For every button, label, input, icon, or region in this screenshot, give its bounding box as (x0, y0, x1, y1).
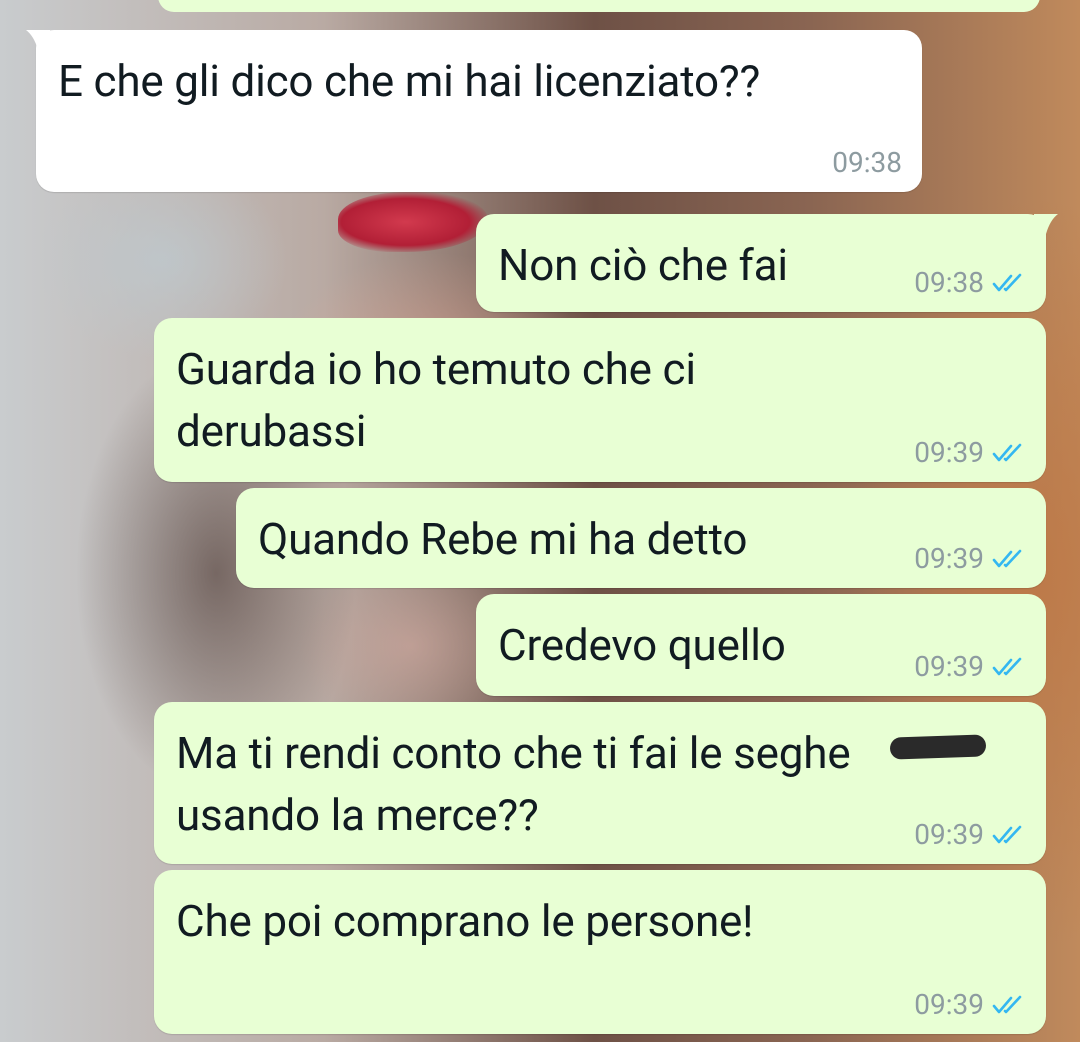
message-time: 09:38 (914, 266, 984, 299)
message-text: Quando Rebe mi ha detto (258, 513, 748, 565)
message-meta: 09:39 (914, 544, 1026, 574)
message-meta: 09:39 (914, 820, 1026, 850)
message-list[interactable]: E che gli dico che mi hai licenziato?? 0… (0, 0, 1080, 1042)
redaction-mark (889, 734, 987, 760)
double-check-icon (992, 443, 1022, 462)
message-time: 09:39 (914, 542, 984, 575)
message-time: 09:39 (914, 650, 984, 683)
double-check-icon (992, 995, 1022, 1014)
message-meta: 09:39 (914, 652, 1026, 682)
message-meta: 09:39 (914, 438, 1026, 468)
message-text: E che gli dico che mi hai licenziato?? (58, 55, 761, 107)
message-meta: 09:38 (914, 268, 1026, 298)
message-meta: 09:38 (832, 148, 902, 178)
bubble-tail (26, 30, 50, 50)
double-check-icon (992, 549, 1022, 568)
message-bubble-outgoing[interactable]: Quando Rebe mi ha detto 09:39 (236, 488, 1046, 588)
previous-message-bubble[interactable] (158, 0, 1040, 12)
message-bubble-incoming[interactable]: E che gli dico che mi hai licenziato?? 0… (26, 30, 922, 192)
message-meta: 09:39 (914, 990, 1026, 1020)
message-bubble-outgoing[interactable]: Credevo quello 09:39 (476, 594, 1046, 696)
message-bubble-outgoing[interactable]: Guarda io ho temuto che ci derubassi 09:… (154, 318, 1046, 482)
message-time: 09:39 (914, 436, 984, 469)
message-text: Guarda io ho temuto che ci derubassi (176, 343, 696, 457)
double-check-icon (992, 825, 1022, 844)
double-check-icon (992, 657, 1022, 676)
message-bubble-outgoing[interactable]: Che poi comprano le persone! 09:39 (154, 870, 1046, 1034)
message-bubble-outgoing[interactable]: Ma ti rendi conto che ti fai le seghe us… (154, 702, 1046, 864)
bubble-tail (1034, 214, 1058, 234)
message-time: 09:39 (914, 818, 984, 851)
message-time: 09:39 (914, 988, 984, 1021)
message-time: 09:38 (832, 146, 902, 179)
message-bubble-outgoing[interactable]: Non ciò che fai 09:38 (476, 214, 1058, 312)
double-check-icon (992, 273, 1022, 292)
message-text: Che poi comprano le persone! (176, 895, 754, 947)
